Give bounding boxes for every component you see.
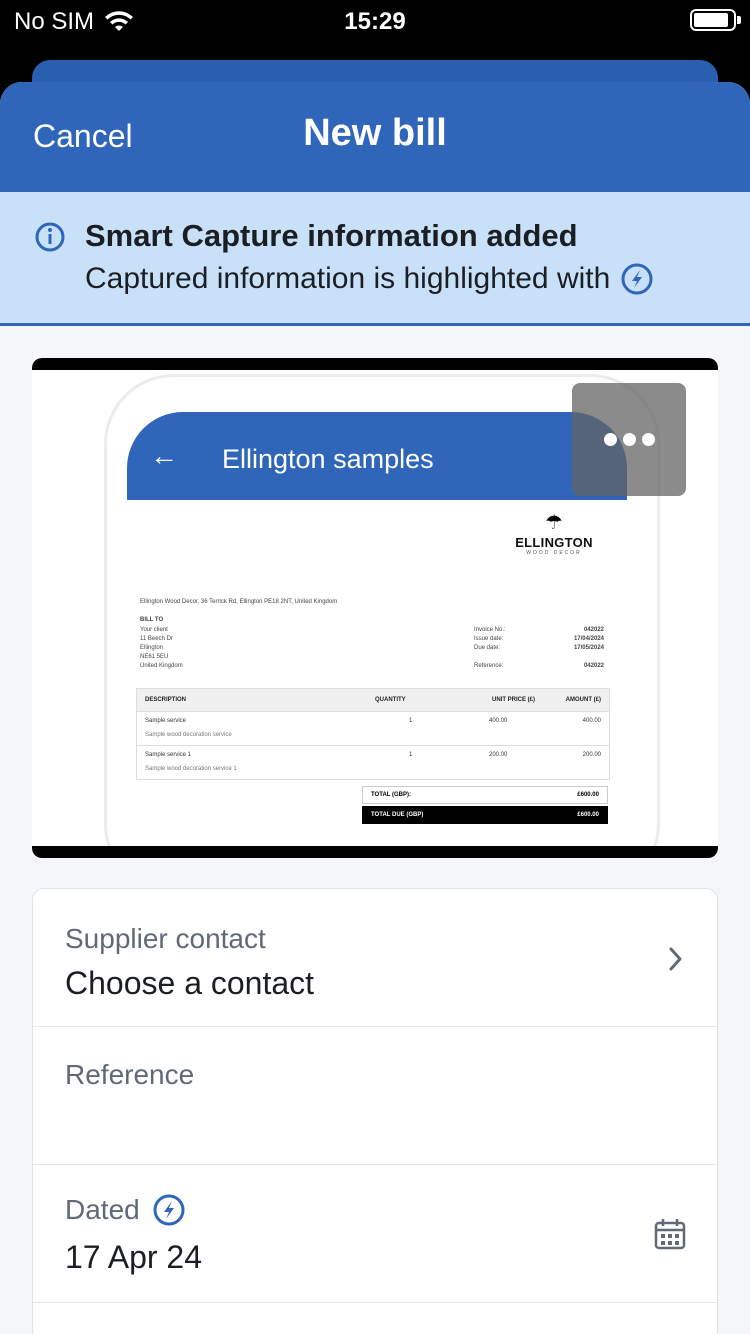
back-arrow-icon: ← (150, 440, 178, 471)
invoice-line: Sample service 1 Sample wood decoration … (136, 746, 610, 780)
col-quantity: QUANTITY (375, 697, 406, 703)
invoice-table-header: DESCRIPTION QUANTITY UNIT PRICE (£) AMOU… (136, 688, 610, 712)
cancel-button[interactable]: Cancel (33, 118, 133, 155)
supplier-contact-label: Supplier contact (65, 923, 266, 955)
reference-row[interactable]: Reference (33, 1027, 717, 1165)
total-label: TOTAL (GBP): (371, 792, 411, 798)
invoice-total: TOTAL (GBP): £600.00 (362, 786, 608, 804)
nav-bar: Cancel New bill (0, 82, 750, 192)
reference-label-text: Reference (65, 1059, 195, 1090)
invoice-meta-labels: Invoice No.: Issue date: Due date: Refer… (474, 627, 506, 669)
clock: 15:29 (344, 8, 406, 35)
invoice-line: Sample service Sample wood decoration se… (136, 712, 610, 746)
line-amount: 200.00 (582, 752, 601, 758)
invoice-total-due: TOTAL DUE (GBP) £600.00 (362, 806, 608, 824)
calendar-icon[interactable] (653, 1217, 687, 1251)
invoice-from-line: Ellington Wood Decor, 36 Terrick Rd, Ell… (140, 599, 338, 605)
col-description: DESCRIPTION (145, 697, 187, 703)
total-due-label: TOTAL DUE (GBP) (371, 812, 424, 818)
reference-input[interactable] (65, 1103, 665, 1143)
total-value: £600.00 (577, 792, 599, 798)
chevron-right-icon (669, 947, 682, 971)
smart-capture-icon (153, 1194, 185, 1226)
more-icon-dot (641, 433, 655, 446)
status-bar: No SIM 15:29 (0, 0, 750, 44)
line-price: 200.00 (489, 752, 508, 758)
battery-icon (690, 9, 741, 31)
col-amount: AMOUNT (£) (565, 697, 601, 703)
invoice-bill-to: Your client 11 Beech Dr Ellington NE61 5… (140, 627, 183, 669)
banner-title: Smart Capture information added (85, 218, 578, 253)
banner-text-line: Captured information is highlighted with (85, 262, 654, 296)
dated-label-text: Dated (65, 1194, 140, 1225)
bill-details-card: Supplier contact Choose a contact Refere… (32, 888, 718, 1334)
banner-text: Captured information is highlighted with (85, 262, 611, 295)
smart-capture-icon (621, 263, 653, 295)
col-unit-price: UNIT PRICE (£) (491, 697, 535, 703)
line-sub: Sample wood decoration service 1 (145, 766, 237, 772)
invoice-bill-to-label: BILL TO (140, 617, 164, 623)
bill-attachment-preview[interactable]: ← Ellington samples ☂ ELLINGTON WOOD DEC… (32, 358, 718, 858)
line-price: 400.00 (489, 718, 508, 724)
umbrella-icon: ☂ (545, 512, 563, 534)
more-options-button[interactable] (572, 383, 686, 496)
dated-row[interactable]: Dated 17 Apr 24 (33, 1165, 717, 1303)
supplier-contact-value: Choose a contact (65, 965, 315, 1001)
more-icon-dot (622, 433, 636, 446)
info-icon (35, 222, 65, 252)
invoice-meta-values: 042022 17/04/2024 17/05/2024 042022 (573, 627, 604, 669)
line-sub: Sample wood decoration service (145, 732, 232, 738)
dated-value: 17 Apr 24 (65, 1239, 202, 1275)
dated-label: Dated (65, 1193, 186, 1227)
invoice-logo-name: ELLINGTON (515, 535, 593, 550)
invoice-logo-sub: WOOD DECOR (526, 550, 582, 556)
supplier-contact-row[interactable]: Supplier contact Choose a contact (33, 889, 717, 1027)
invoice-logo: ☂ ELLINGTON WOOD DECOR (504, 510, 604, 556)
line-amount: 400.00 (582, 718, 601, 724)
line-qty: 1 (409, 752, 413, 758)
total-due-value: £600.00 (577, 812, 599, 818)
line-desc: Sample service (145, 718, 187, 724)
smart-capture-banner (0, 192, 750, 326)
invoice-table: DESCRIPTION QUANTITY UNIT PRICE (£) AMOU… (136, 688, 610, 780)
supplier-contact-label-text: Supplier contact (65, 923, 266, 954)
more-icon (603, 433, 617, 446)
line-qty: 1 (409, 718, 413, 724)
line-desc: Sample service 1 (145, 752, 192, 758)
reference-label: Reference (65, 1059, 194, 1091)
preview-screen-title: Ellington samples (222, 444, 434, 474)
